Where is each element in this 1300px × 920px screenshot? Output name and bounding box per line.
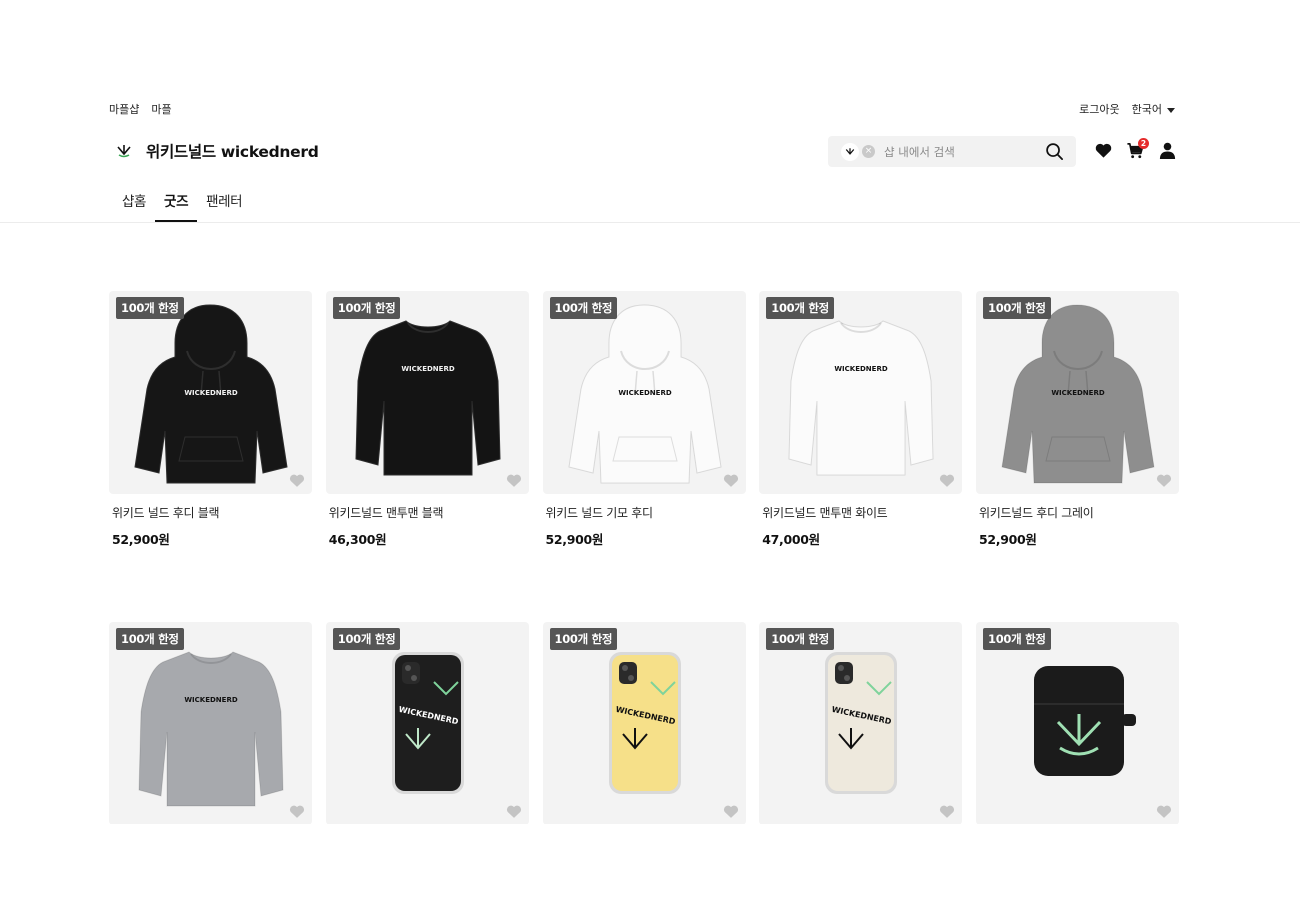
- logout-link[interactable]: 로그아웃: [1079, 101, 1119, 117]
- favorite-heart-icon[interactable]: [289, 473, 305, 488]
- limited-badge: 100개 한정: [983, 297, 1051, 319]
- favorite-heart-icon[interactable]: [723, 804, 739, 819]
- hoodie-illustration: WICKEDNERD: [1001, 304, 1155, 484]
- shop-brand[interactable]: 위키드널드 wickednerd: [116, 140, 319, 162]
- limited-badge: 100개 한정: [116, 297, 184, 319]
- cart-count-badge: 2: [1138, 138, 1149, 149]
- wishlist-heart-icon[interactable]: [1094, 141, 1113, 160]
- limited-badge: 100개 한정: [332, 628, 401, 650]
- cart-button[interactable]: 2: [1126, 138, 1149, 160]
- favorite-heart-icon[interactable]: [506, 473, 522, 488]
- limited-badge: 100개 한정: [983, 628, 1051, 650]
- product-price: 46,300원: [328, 532, 387, 547]
- product-print: WICKEDNERD: [1051, 389, 1105, 397]
- airpod-case-illustration: [1034, 666, 1136, 776]
- product-price: 52,900원: [545, 532, 604, 547]
- header-actions: 2: [1094, 138, 1177, 160]
- product-print: WICKEDNERD: [184, 696, 238, 704]
- clear-scope-icon[interactable]: ×: [862, 145, 875, 158]
- utility-menu: 로그아웃 한국어: [1079, 101, 1175, 117]
- breadcrumb-marpleshop[interactable]: 마플샵: [109, 101, 139, 117]
- product-card[interactable]: WICKEDNERD 100개 한정위키드 널드 후디 블랙 52,900원: [109, 291, 312, 548]
- product-card[interactable]: WICKEDNERD 100개 한정위키드 널드 기모 후디 52,900원: [542, 291, 746, 548]
- shop-tabs: 샵홈 굿즈 팬레터: [113, 182, 251, 222]
- breadcrumb: 마플샵 마플: [109, 101, 172, 117]
- favorite-heart-icon[interactable]: [939, 804, 955, 819]
- product-card[interactable]: WICKEDNERD 100개 한정위키드널드 후디 그레이 52,900원: [976, 291, 1179, 548]
- brand-logo-icon: [117, 145, 131, 158]
- product-name[interactable]: 위키드널드 맨투맨 화이트: [759, 504, 962, 521]
- product-card[interactable]: WICKEDNERD 100개 한정위키드널드 화이트 젤리 케이스: [759, 622, 963, 824]
- product-image[interactable]: 100개 한정: [976, 622, 1179, 824]
- search-input[interactable]: [882, 143, 1036, 160]
- product-card[interactable]: WICKEDNERD 100개 한정위키드널드 옐로우 젤리 케이스: [542, 622, 746, 824]
- tab-goods[interactable]: 굿즈: [155, 182, 198, 222]
- tab-shop-home[interactable]: 샵홈: [113, 182, 155, 222]
- product-image[interactable]: WICKEDNERD 100개 한정: [976, 291, 1179, 494]
- product-name[interactable]: 위키드널드 맨투맨 블랙: [326, 504, 529, 521]
- favorite-heart-icon[interactable]: [1156, 804, 1172, 819]
- favorite-heart-icon[interactable]: [723, 473, 739, 488]
- hoodie-illustration: WICKEDNERD: [134, 304, 288, 484]
- product-card[interactable]: WICKEDNERD 100개 한정위키드널드 맨투맨 화이트 47,000원: [759, 291, 963, 548]
- product-image[interactable]: WICKEDNERD 100개 한정: [759, 291, 963, 494]
- product-print: WICKEDNERD: [401, 365, 455, 373]
- product-print: WICKEDNERD: [184, 389, 238, 397]
- search-icon[interactable]: [1045, 142, 1064, 161]
- product-image[interactable]: WICKEDNERD 100개 한정: [109, 291, 312, 494]
- limited-badge: 100개 한정: [766, 628, 834, 650]
- product-card[interactable]: WICKEDNERD 100개 한정위키드널드 블랙 젤리 케이스: [325, 622, 529, 824]
- product-card[interactable]: WICKEDNERD 100개 한정위키드널드 맨투맨 블랙 46,300원: [325, 291, 529, 548]
- language-label: 한국어: [1131, 103, 1162, 116]
- tab-fan-letter[interactable]: 팬레터: [197, 182, 251, 222]
- limited-badge: 100개 한정: [766, 297, 834, 319]
- breadcrumb-marple[interactable]: 마플: [151, 101, 171, 117]
- product-print: WICKEDNERD: [618, 389, 672, 397]
- language-select[interactable]: 한국어: [1132, 101, 1175, 117]
- product-image[interactable]: WICKEDNERD 100개 한정: [542, 291, 746, 494]
- sweatshirt-illustration: WICKEDNERD: [355, 320, 501, 476]
- product-image[interactable]: WICKEDNERD 100개 한정: [325, 291, 529, 494]
- product-list-viewport: 싸이코티스트 에어팟 케이스10,800원 WICKEDNERD싸이코티스트 반…: [0, 222, 1300, 824]
- product-card[interactable]: WICKEDNERD100개 한정위키드널드 맨투맨 그레이: [109, 622, 312, 824]
- phone-case-illustration: WICKEDNERD: [608, 652, 681, 794]
- limited-badge: 100개 한정: [549, 297, 618, 319]
- phone-case-illustration: WICKEDNERD: [825, 652, 898, 794]
- hoodie-illustration: WICKEDNERD: [567, 304, 722, 484]
- product-image[interactable]: WICKEDNERD 100개 한정: [109, 622, 312, 824]
- product-price: 52,900원: [112, 532, 170, 547]
- sweatshirt-illustration: WICKEDNERD: [138, 651, 284, 807]
- product-image[interactable]: WICKEDNERD 100개 한정: [759, 622, 963, 824]
- caret-down-icon: [1167, 107, 1175, 113]
- limited-badge: 100개 한정: [549, 628, 618, 650]
- product-grid: 싸이코티스트 에어팟 케이스10,800원 WICKEDNERD싸이코티스트 반…: [109, 222, 1179, 824]
- favorite-heart-icon[interactable]: [289, 804, 305, 819]
- product-price: 52,900원: [979, 532, 1037, 547]
- product-image[interactable]: WICKEDNERD 100개 한정: [542, 622, 746, 824]
- shop-header: 마플샵 마플 로그아웃 한국어 위키드널드 wickednerd × 샵 내에서…: [0, 0, 1300, 223]
- limited-badge: 100개 한정: [332, 297, 401, 319]
- phone-case-illustration: WICKEDNERD: [391, 652, 464, 794]
- favorite-heart-icon[interactable]: [506, 804, 522, 819]
- favorite-heart-icon[interactable]: [1156, 473, 1172, 488]
- product-name[interactable]: 위키드널드 후디 그레이: [976, 504, 1179, 521]
- product-name[interactable]: 위키드 널드 기모 후디: [543, 504, 746, 521]
- product-card[interactable]: 100개 한정위키드널드 블랙 에어팟 케이스: [976, 622, 1179, 824]
- shop-scope-icon: [841, 142, 859, 161]
- shop-search-box: ×: [828, 136, 1076, 167]
- product-image[interactable]: WICKEDNERD 100개 한정: [325, 622, 529, 824]
- user-icon[interactable]: [1158, 141, 1177, 160]
- favorite-heart-icon[interactable]: [939, 473, 955, 488]
- sweatshirt-illustration: WICKEDNERD: [788, 320, 934, 476]
- product-print: WICKEDNERD: [835, 365, 889, 373]
- shop-name: 위키드널드 wickednerd: [146, 143, 319, 161]
- product-name[interactable]: 위키드 널드 후디 블랙: [109, 504, 312, 521]
- limited-badge: 100개 한정: [116, 628, 184, 650]
- product-price: 47,000원: [762, 532, 820, 547]
